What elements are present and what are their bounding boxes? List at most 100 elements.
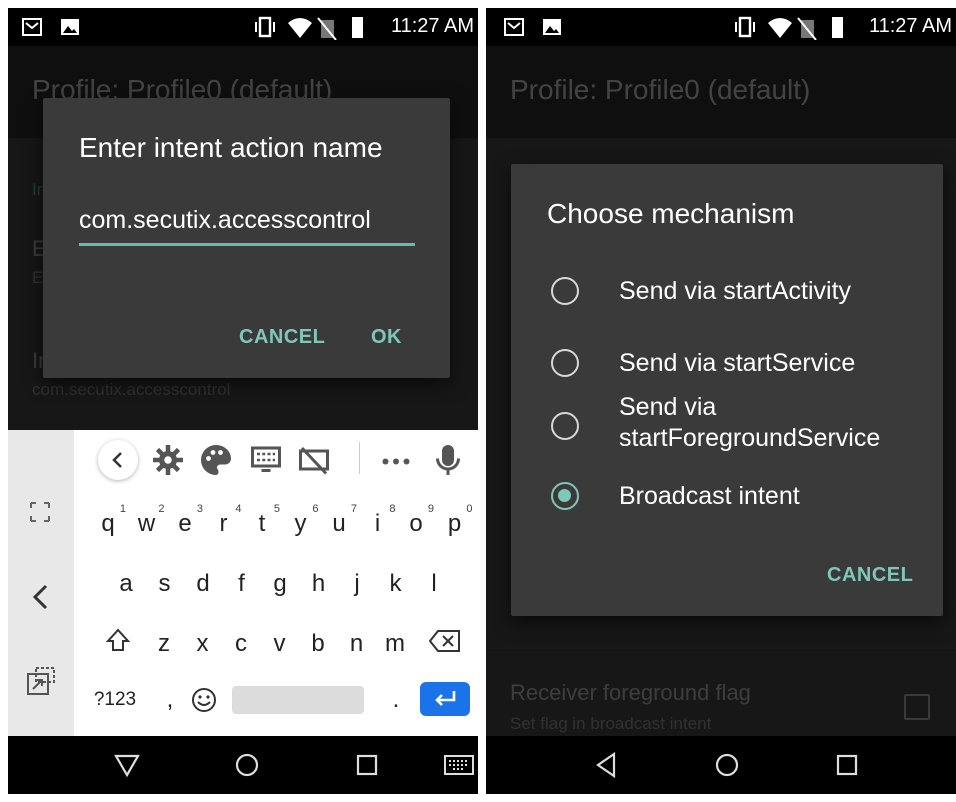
key-l[interactable]: l [416, 566, 452, 606]
key-k[interactable]: k [378, 566, 414, 606]
key-d[interactable]: d [185, 566, 221, 606]
key-f[interactable]: f [224, 566, 260, 606]
toolbar-back-button[interactable] [98, 440, 138, 480]
clock: 11:27 AM [868, 15, 952, 37]
option-start-foreground-service[interactable]: Send via startForegroundService [511, 392, 943, 462]
key-r[interactable]: r4 [206, 503, 242, 546]
dialog-title: Choose mechanism [547, 198, 795, 229]
image-icon [61, 19, 79, 35]
enter-icon [435, 691, 456, 706]
mic-icon[interactable] [430, 442, 466, 478]
hide-suggestions-icon[interactable] [296, 442, 332, 478]
status-bar: 11:27 AM [486, 8, 956, 46]
clock: 11:27 AM [390, 15, 474, 37]
radio-button-selected[interactable] [551, 482, 579, 510]
cancel-button[interactable]: CANCEL [239, 326, 325, 349]
system-icons [735, 16, 843, 40]
key-label: u [332, 510, 346, 537]
key-label: i [374, 510, 381, 537]
key-b[interactable]: b [300, 626, 336, 666]
no-sim-icon [317, 17, 337, 40]
key-number-hint: 9 [427, 503, 434, 515]
key-label: e [178, 510, 192, 537]
key-label: r [219, 510, 228, 537]
radio-button[interactable] [551, 277, 579, 305]
ok-button[interactable]: OK [371, 326, 402, 349]
keyboard-keys: q1w2e3r4t5y6u7i8o9p0 asdfghjkl zxcvbnm ?… [74, 430, 478, 736]
backspace-key-icon[interactable] [428, 628, 462, 654]
emoji-key-icon[interactable] [190, 686, 218, 714]
nav-recents-icon[interactable] [830, 748, 864, 782]
period-key[interactable]: . [378, 682, 414, 722]
floating-keyboard-icon[interactable] [26, 666, 56, 696]
key-q[interactable]: q1 [90, 504, 126, 546]
option-label: Broadcast intent [619, 482, 800, 510]
key-h[interactable]: h [301, 566, 337, 606]
gmail-icon [504, 18, 524, 36]
nav-back-icon[interactable] [110, 748, 144, 782]
expand-icon[interactable] [28, 500, 52, 524]
key-label: o [409, 510, 423, 537]
nav-home-icon[interactable] [230, 748, 264, 782]
comma-key[interactable]: , [152, 682, 188, 722]
wifi-icon [768, 18, 792, 38]
key-t[interactable]: t5 [244, 503, 280, 546]
key-c[interactable]: c [223, 626, 259, 666]
key-w[interactable]: w2 [129, 504, 165, 546]
image-icon [543, 19, 561, 35]
gmail-icon [22, 18, 42, 36]
shift-key-icon[interactable] [104, 626, 132, 654]
choose-mechanism-dialog: Choose mechanism Send via startActivity … [511, 164, 943, 616]
key-label: p [447, 510, 462, 537]
radio-button[interactable] [551, 349, 579, 377]
keyboard-side-panel [8, 430, 74, 736]
key-y[interactable]: y6 [283, 504, 319, 546]
key-number-hint: 3 [196, 503, 203, 515]
key-u[interactable]: u7 [321, 504, 357, 546]
back-arrow-icon[interactable] [28, 582, 54, 612]
key-o[interactable]: o9 [398, 503, 434, 546]
key-p[interactable]: p0 [437, 504, 473, 546]
option-label: Send via startService [619, 349, 856, 377]
soft-keyboard: q1w2e3r4t5y6u7i8o9p0 asdfghjkl zxcvbnm ?… [8, 430, 478, 736]
system-icons [255, 16, 363, 40]
wifi-icon [288, 18, 312, 38]
toolbar-divider [359, 442, 360, 474]
key-x[interactable]: x [185, 626, 221, 666]
option-broadcast-intent[interactable]: Broadcast intent [511, 478, 943, 532]
intent-action-input[interactable]: com.secutix.accesscontrol [79, 206, 415, 246]
dialog-title: Enter intent action name [79, 132, 383, 163]
option-start-activity[interactable]: Send via startActivity [511, 264, 943, 318]
palette-icon[interactable] [198, 442, 234, 478]
more-icon[interactable] [378, 442, 414, 478]
key-number-hint: 5 [273, 503, 280, 515]
key-number-hint: 4 [235, 503, 242, 515]
key-e[interactable]: e3 [167, 503, 203, 546]
nav-recents-icon[interactable] [350, 748, 384, 782]
space-bar[interactable] [232, 686, 364, 714]
option-start-service[interactable]: Send via startService [511, 336, 943, 390]
key-a[interactable]: a [108, 566, 144, 606]
key-i[interactable]: i8 [360, 504, 396, 546]
key-n[interactable]: n [339, 626, 375, 666]
cancel-button[interactable]: CANCEL [827, 564, 913, 587]
nav-back-icon[interactable] [590, 748, 624, 782]
key-g[interactable]: g [262, 566, 298, 606]
key-v[interactable]: v [262, 626, 298, 666]
key-z[interactable]: z [146, 626, 182, 666]
right-screen: 11:27 AM Profile: Profile0 (default) Bro… [486, 8, 956, 794]
enter-key[interactable] [420, 682, 470, 716]
radio-button[interactable] [551, 412, 579, 440]
no-sim-icon [797, 17, 817, 40]
nav-bar [486, 736, 956, 794]
option-label: Send via startActivity [619, 277, 852, 305]
symbols-key[interactable]: ?123 [90, 682, 140, 722]
key-j[interactable]: j [339, 566, 375, 606]
keyboard-layout-icon[interactable] [248, 442, 284, 478]
nav-home-icon[interactable] [710, 748, 744, 782]
gear-icon[interactable] [150, 442, 186, 478]
nav-keyboard-icon[interactable] [442, 748, 476, 782]
key-s[interactable]: s [147, 566, 183, 606]
key-label: w [137, 510, 156, 537]
key-m[interactable]: m [377, 626, 413, 666]
